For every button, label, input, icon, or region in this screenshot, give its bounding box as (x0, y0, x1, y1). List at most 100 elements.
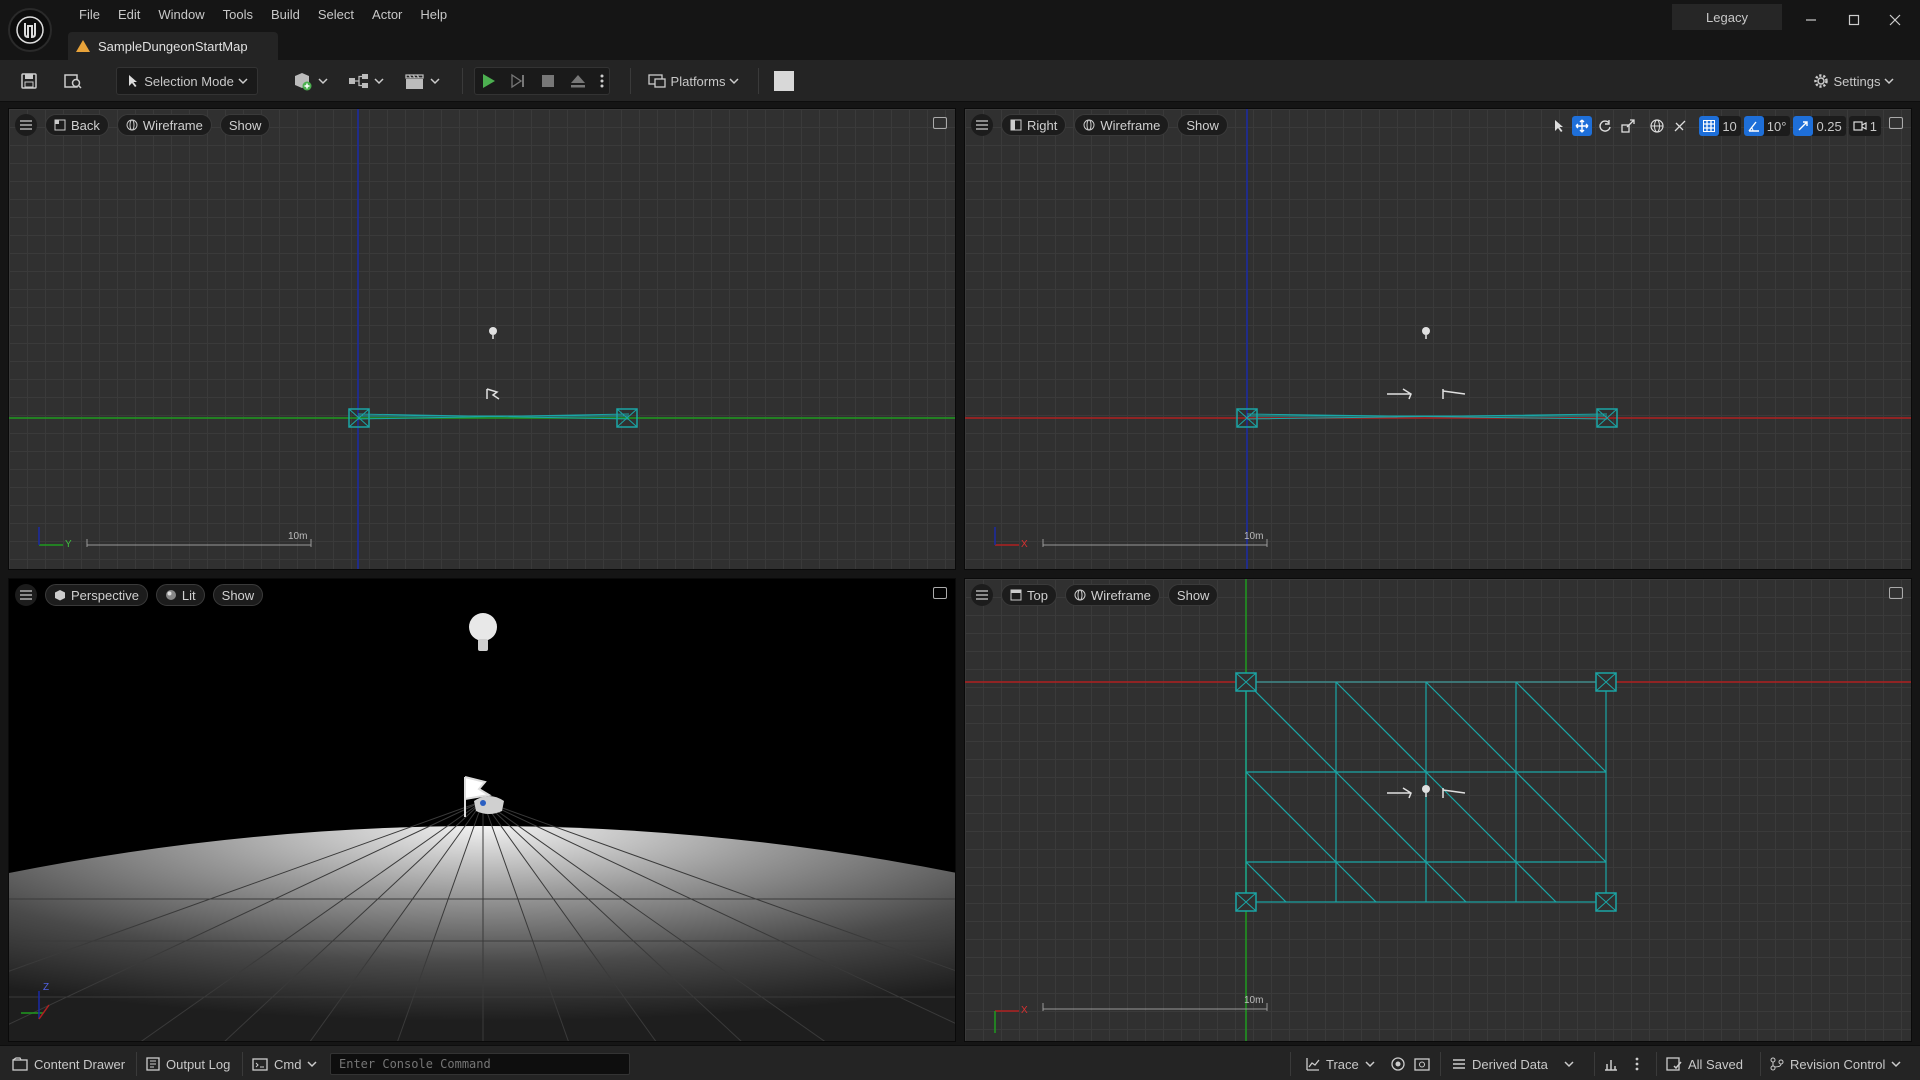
viewport-menu-icon[interactable] (15, 584, 37, 606)
stop-square-icon[interactable] (772, 67, 796, 95)
content-drawer-button[interactable]: Content Drawer (12, 1053, 125, 1075)
source-control-changes-icon[interactable] (1604, 1053, 1618, 1075)
rotation-snap-value: 10° (1766, 118, 1787, 134)
settings-label: Settings (1833, 73, 1881, 89)
scale-snap-group[interactable]: 0.25 (1793, 116, 1846, 136)
maximize-viewport-icon[interactable] (933, 117, 947, 129)
scale-label: 10m (1244, 995, 1264, 1006)
minimize-icon[interactable] (1797, 6, 1825, 34)
view-mode-button[interactable]: Wireframe (1064, 584, 1160, 606)
layout-mode-button[interactable]: Legacy (1672, 4, 1782, 30)
rotate-tool-icon[interactable] (1595, 116, 1615, 136)
selection-mode-dropdown[interactable]: Selection Mode (116, 67, 258, 95)
record-trace-icon[interactable] (1390, 1053, 1406, 1075)
view-mode-label: Lit (181, 587, 196, 603)
platforms-dropdown[interactable]: Platforms (642, 67, 744, 95)
show-button[interactable]: Show (1167, 584, 1219, 606)
perspective-cube-icon (55, 590, 65, 601)
derived-data-dropdown[interactable]: Derived Data (1452, 1053, 1574, 1075)
viewport-back[interactable]: 10m Y Back Wireframe Show (8, 108, 956, 570)
translate-tool-icon[interactable] (1572, 116, 1593, 136)
chevron-down-icon (238, 78, 248, 85)
all-saved-button[interactable]: All Saved (1666, 1053, 1743, 1075)
maximize-icon[interactable] (1840, 6, 1868, 34)
viewport-top[interactable]: 10m X Top Wireframe Show (964, 578, 1912, 1042)
trace-dropdown[interactable]: Trace (1306, 1053, 1375, 1075)
surface-snap-icon[interactable] (1670, 116, 1690, 136)
view-type-button[interactable]: Back (45, 114, 109, 136)
screenshot-icon[interactable] (1414, 1053, 1430, 1075)
document-tab[interactable]: SampleDungeonStartMap (68, 32, 278, 60)
cmd-dropdown[interactable]: Cmd (252, 1053, 317, 1075)
show-label: Show (228, 117, 262, 133)
output-log-button[interactable]: Output Log (146, 1053, 230, 1075)
stop-icon[interactable] (539, 72, 557, 90)
maximize-viewport-icon[interactable] (933, 587, 947, 599)
wireframe-sphere-icon (1083, 119, 1095, 131)
menu-tools[interactable]: Tools (214, 4, 262, 25)
menu-actor[interactable]: Actor (363, 4, 411, 25)
show-button[interactable]: Show (212, 584, 264, 606)
grid-snap-value: 10 (1722, 118, 1737, 134)
revision-control-dropdown[interactable]: Revision Control (1770, 1053, 1901, 1075)
maximize-viewport-icon[interactable] (1889, 117, 1903, 129)
gear-icon (1813, 74, 1828, 88)
viewport-menu-icon[interactable] (971, 584, 993, 606)
view-type-button[interactable]: Perspective (45, 584, 148, 606)
blueprint-button[interactable] (344, 67, 388, 95)
viewport-menu-icon[interactable] (971, 114, 993, 136)
axis-label: X (1021, 539, 1028, 550)
browse-content-icon[interactable] (60, 67, 86, 95)
view-type-label: Right (1027, 117, 1058, 133)
cmd-label: Cmd (274, 1056, 302, 1072)
viewport-right[interactable]: 10m X Right Wireframe Show 10 10° 0.25 1 (964, 108, 1912, 570)
chevron-down-icon (430, 78, 440, 85)
more-vertical-icon[interactable] (599, 72, 605, 90)
right-view-icon (1010, 119, 1022, 131)
cinematics-button[interactable] (400, 67, 444, 95)
grid-snap-group[interactable]: 10 (1699, 116, 1741, 136)
rotation-snap-group[interactable]: 10° (1743, 116, 1791, 136)
close-icon[interactable] (1881, 6, 1909, 34)
add-actor-button[interactable] (288, 67, 332, 95)
menu-select[interactable]: Select (309, 4, 363, 25)
back-wireframe-scene (9, 109, 955, 569)
view-mode-button[interactable]: Wireframe (1074, 114, 1170, 136)
scale-tool-icon[interactable] (1618, 116, 1638, 136)
play-controls (474, 67, 610, 95)
view-mode-label: Wireframe (1090, 587, 1151, 603)
output-log-label: Output Log (166, 1056, 231, 1072)
top-wireframe-scene (965, 579, 1911, 1041)
menu-file[interactable]: File (70, 4, 109, 25)
save-icon[interactable] (16, 67, 42, 95)
play-icon[interactable] (479, 72, 497, 90)
viewport-menu-icon[interactable] (15, 114, 37, 136)
view-type-label: Top (1027, 587, 1048, 603)
view-mode-button[interactable]: Wireframe (116, 114, 212, 136)
camera-speed-group[interactable]: 1 (1848, 116, 1881, 136)
menu-window[interactable]: Window (149, 4, 213, 25)
settings-dropdown[interactable]: Settings (1806, 67, 1900, 95)
step-forward-icon[interactable] (509, 72, 527, 90)
eject-icon[interactable] (569, 72, 587, 90)
menu-help[interactable]: Help (411, 4, 456, 25)
view-mode-button[interactable]: Lit (155, 584, 205, 606)
view-type-button[interactable]: Top (1001, 584, 1057, 606)
unreal-logo-icon[interactable] (8, 8, 52, 52)
console-command-input[interactable] (330, 1053, 630, 1075)
show-label: Show (1186, 117, 1219, 133)
menu-edit[interactable]: Edit (109, 4, 149, 25)
rotation-snap-icon (1743, 116, 1764, 136)
more-vertical-icon[interactable] (1634, 1053, 1640, 1075)
viewport-perspective[interactable]: Z Perspective Lit Show (8, 578, 956, 1042)
show-button[interactable]: Show (1177, 114, 1228, 136)
world-local-icon[interactable] (1647, 116, 1667, 136)
select-tool-icon[interactable] (1549, 116, 1569, 136)
view-mode-label: Wireframe (142, 117, 203, 133)
maximize-viewport-icon[interactable] (1889, 587, 1903, 599)
show-label: Show (221, 587, 255, 603)
view-type-button[interactable]: Right (1001, 114, 1067, 136)
show-button[interactable]: Show (219, 114, 271, 136)
camera-icon (1853, 121, 1867, 131)
menu-build[interactable]: Build (262, 4, 309, 25)
